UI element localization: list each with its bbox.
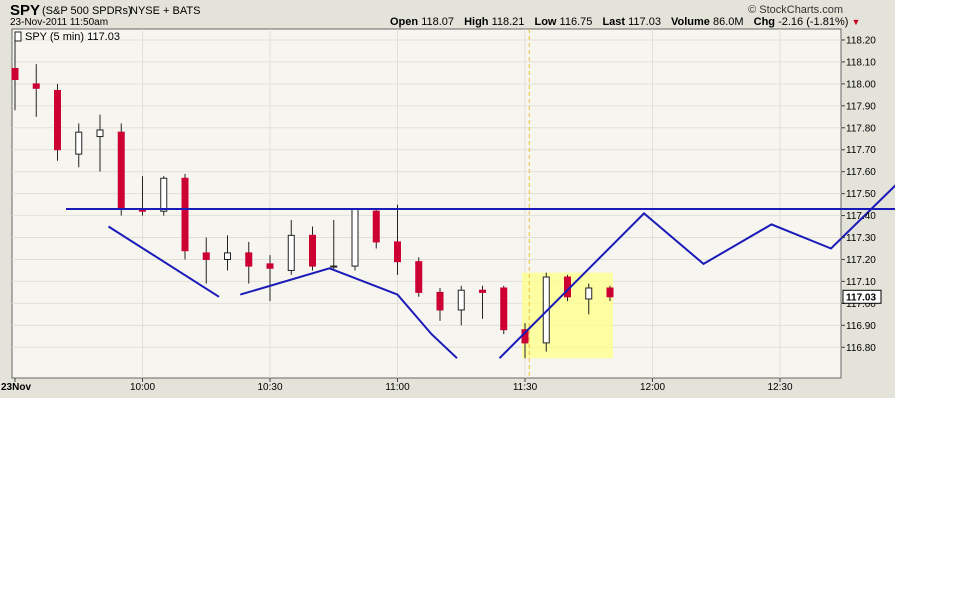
candle-down: [202, 252, 210, 260]
candle-up: [330, 265, 338, 268]
x-tick-label: 11:30: [513, 382, 538, 393]
legend-swatch: [14, 31, 22, 42]
stock-chart: SPY (S&P 500 SPDRs) NYSE + BATS 23-Nov-2…: [0, 0, 895, 398]
y-tick-label: 118.20: [846, 35, 876, 46]
candle-up: [75, 131, 83, 155]
candle-down: [309, 234, 316, 267]
y-tick-label: 117.80: [846, 123, 876, 134]
candle-up: [224, 252, 231, 260]
y-tick-label: 117.10: [846, 277, 876, 288]
y-tick-label: 118.00: [846, 79, 876, 90]
y-tick-label: 117.30: [846, 233, 876, 244]
candle-down: [245, 252, 253, 267]
candle-down: [54, 89, 61, 151]
y-tick-label: 117.70: [846, 145, 876, 156]
x-tick-label: 23Nov: [1, 382, 31, 393]
y-tick-label: 117.90: [846, 101, 876, 112]
candle-down: [394, 241, 401, 263]
x-tick-label: 11:00: [385, 382, 410, 393]
candle-down: [117, 131, 125, 210]
candle-down: [479, 289, 486, 293]
y-tick-label: 117.20: [846, 255, 876, 266]
candle-down: [415, 261, 423, 293]
candle-up: [287, 234, 295, 271]
last-price-tag: 117.03: [842, 289, 882, 304]
x-tick-label: 10:30: [257, 382, 282, 393]
candle-down: [500, 287, 508, 331]
y-axis: 116.80116.90117.00117.10117.20117.30117.…: [841, 35, 876, 354]
price-plot: 116.80116.90117.00117.10117.20117.30117.…: [1, 28, 895, 393]
candle-up: [457, 289, 465, 311]
chart-legend: SPY (5 min) 117.03: [14, 31, 120, 43]
x-tick-label: 10:00: [130, 382, 155, 393]
y-tick-label: 116.90: [846, 321, 876, 332]
candle-up: [351, 208, 359, 267]
candle-down: [372, 210, 380, 243]
x-tick-label: 12:30: [767, 382, 792, 393]
candle-down: [606, 287, 614, 298]
candle-down: [266, 263, 274, 269]
y-tick-label: 117.40: [846, 211, 876, 222]
y-tick-label: 117.50: [846, 189, 876, 200]
candle-up: [96, 129, 104, 138]
y-tick-label: 116.80: [846, 343, 876, 354]
y-tick-label: 117.60: [846, 167, 876, 178]
last-price-tag-label: 117.03: [846, 292, 876, 303]
candle-up: [585, 287, 593, 300]
candle-down: [32, 83, 40, 89]
x-axis: 23Nov10:0010:3011:0011:3012:0012:301:001…: [1, 378, 793, 393]
y-tick-label: 118.10: [846, 57, 876, 68]
candle-down: [181, 177, 189, 252]
candle-down: [436, 291, 444, 311]
candle-up: [160, 177, 168, 212]
x-tick-label: 12:00: [640, 382, 665, 393]
legend-label: SPY (5 min) 117.03: [25, 31, 120, 43]
candle-down: [11, 68, 19, 80]
